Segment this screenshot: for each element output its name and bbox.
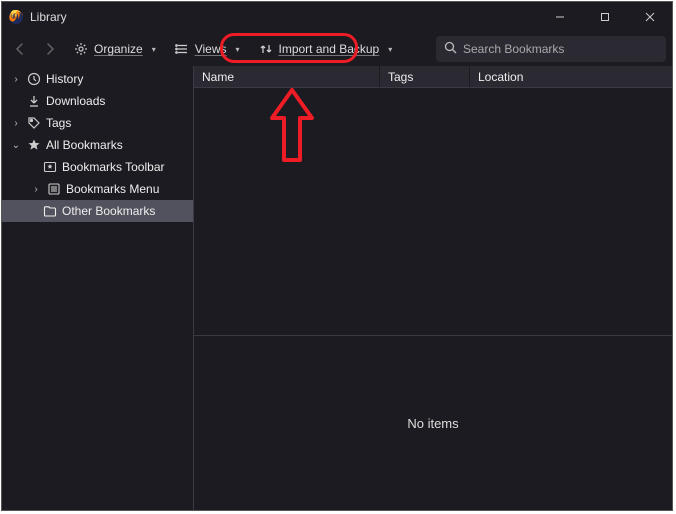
sidebar-item-label: Tags [46, 116, 71, 130]
sidebar-item-label: Other Bookmarks [62, 204, 155, 218]
chevron-down-icon: ▾ [151, 46, 157, 52]
firefox-icon [8, 9, 24, 25]
sidebar-item-label: Bookmarks Menu [66, 182, 159, 196]
organize-menu[interactable]: Organize ▾ [68, 36, 163, 62]
sidebar-item-label: All Bookmarks [46, 138, 123, 152]
library-window: Library Organize ▾ [1, 1, 673, 511]
column-header-location[interactable]: Location [470, 66, 672, 87]
minimize-button[interactable] [537, 2, 582, 32]
sidebar-item-label: Downloads [46, 94, 105, 108]
empty-message: No items [407, 416, 458, 431]
chevron-down-icon: ▾ [235, 46, 241, 52]
sidebar-item-bookmarks-menu[interactable]: › Bookmarks Menu [2, 178, 193, 200]
window-title: Library [30, 10, 67, 24]
main-pane: Name Tags Location No items [194, 66, 672, 510]
sidebar-item-downloads[interactable]: Downloads [2, 90, 193, 112]
column-header-tags[interactable]: Tags [380, 66, 470, 87]
body: › History Downloads › Tags ⌄ [2, 66, 672, 510]
views-menu[interactable]: Views ▾ [169, 36, 247, 62]
sidebar-item-all-bookmarks[interactable]: ⌄ All Bookmarks [2, 134, 193, 156]
chevron-right-icon: › [10, 118, 22, 129]
toolbar: Organize ▾ Views ▾ Import and Backup ▾ [2, 32, 672, 66]
import-export-icon [259, 42, 273, 56]
import-backup-menu[interactable]: Import and Backup ▾ [253, 36, 400, 62]
forward-button[interactable] [38, 37, 62, 61]
star-icon [26, 137, 42, 153]
window-controls [537, 2, 672, 32]
column-header-name[interactable]: Name [194, 66, 380, 87]
bookmarks-menu-icon [46, 181, 62, 197]
chevron-right-icon: › [10, 74, 22, 85]
bookmarks-toolbar-icon [42, 159, 58, 175]
titlebar: Library [2, 2, 672, 32]
sidebar-item-label: History [46, 72, 83, 86]
details-pane: No items [194, 335, 672, 510]
close-button[interactable] [627, 2, 672, 32]
organize-label: Organize [94, 42, 143, 56]
import-backup-label: Import and Backup [279, 42, 380, 56]
sidebar-item-other-bookmarks[interactable]: Other Bookmarks [2, 200, 193, 222]
gear-icon [74, 42, 88, 56]
search-input[interactable] [463, 42, 658, 56]
search-icon [444, 41, 457, 57]
sidebar-item-label: Bookmarks Toolbar [62, 160, 165, 174]
clock-icon [26, 71, 42, 87]
column-headers: Name Tags Location [194, 66, 672, 88]
chevron-down-icon: ⌄ [10, 140, 22, 151]
sidebar: › History Downloads › Tags ⌄ [2, 66, 194, 510]
views-label: Views [195, 42, 227, 56]
list-icon [175, 42, 189, 56]
bookmark-list[interactable] [194, 88, 672, 335]
sidebar-item-history[interactable]: › History [2, 68, 193, 90]
chevron-down-icon: ▾ [387, 46, 393, 52]
maximize-button[interactable] [582, 2, 627, 32]
chevron-right-icon: › [30, 184, 42, 195]
search-box[interactable] [436, 36, 666, 62]
tag-icon [26, 115, 42, 131]
back-button[interactable] [8, 37, 32, 61]
folder-icon [42, 203, 58, 219]
sidebar-item-bookmarks-toolbar[interactable]: Bookmarks Toolbar [2, 156, 193, 178]
sidebar-item-tags[interactable]: › Tags [2, 112, 193, 134]
download-icon [26, 93, 42, 109]
